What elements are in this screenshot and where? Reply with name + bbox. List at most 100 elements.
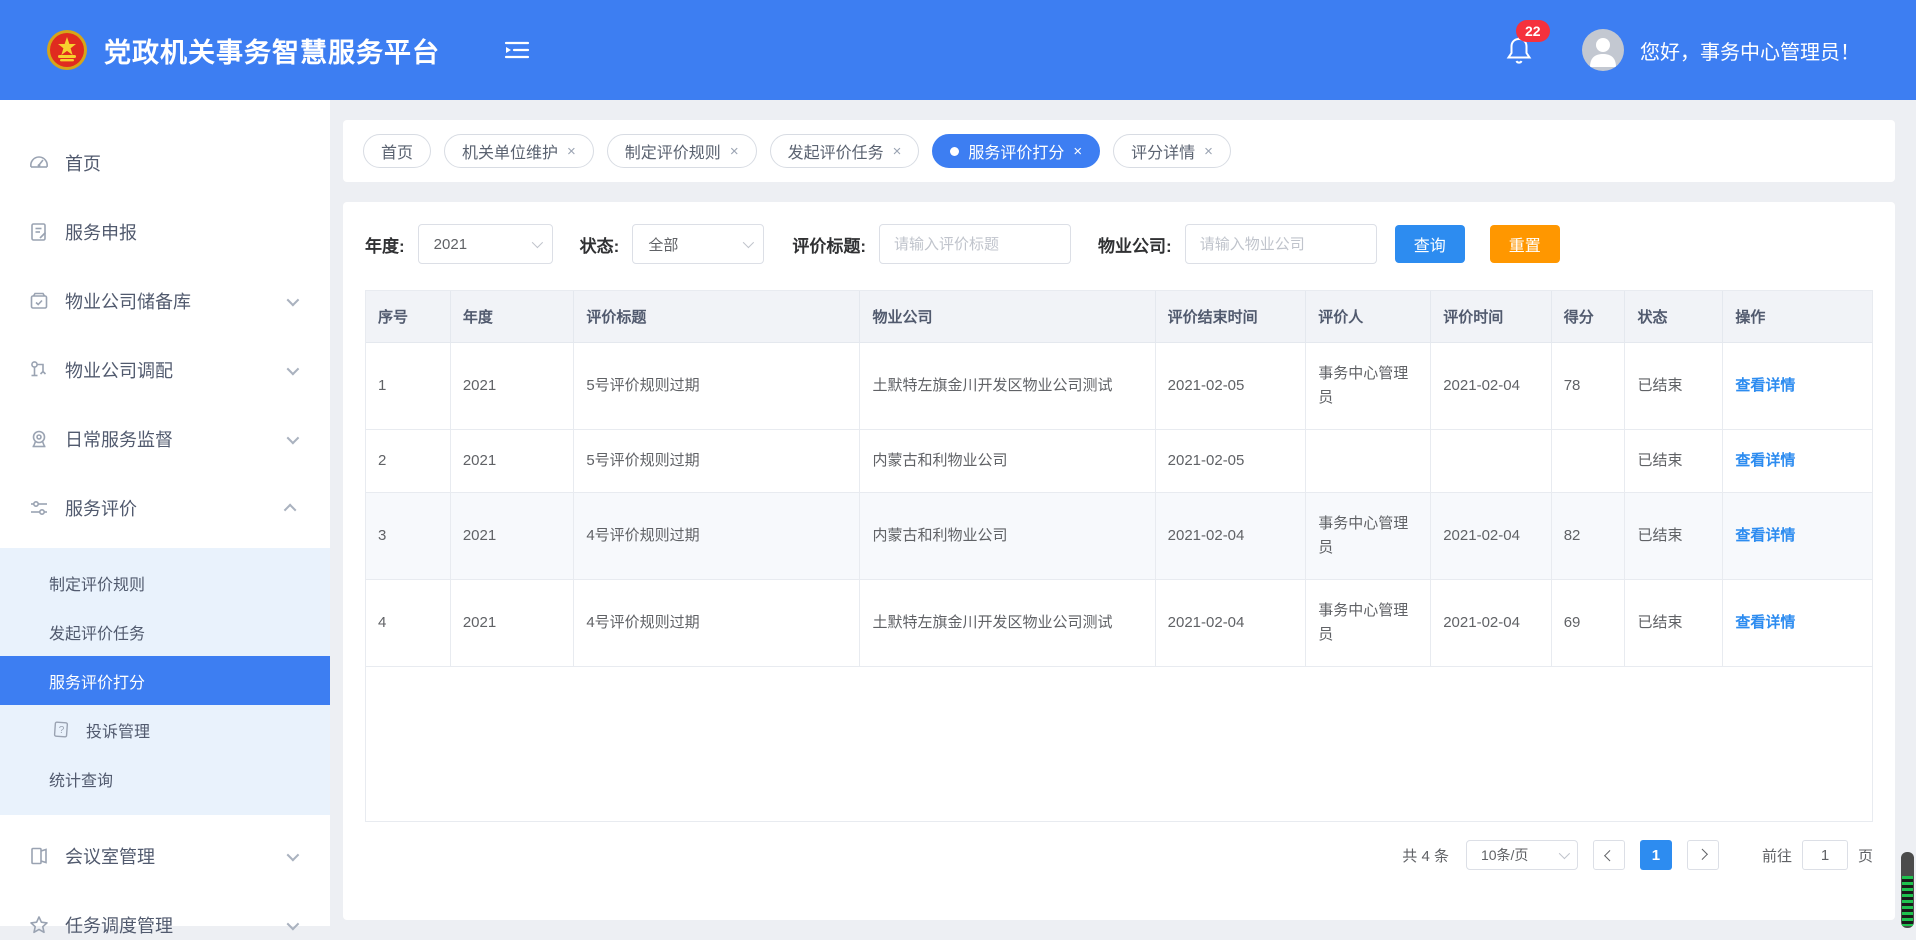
- content-card: 年度: 2021 状态: 全部 评价标题: 物业公司: 查询 重置: [343, 202, 1895, 920]
- sidebar-subitem-label: 服务评价打分: [49, 669, 145, 693]
- status-select[interactable]: 全部: [632, 224, 764, 264]
- tab-org-unit-maintenance[interactable]: 机关单位维护 ×: [444, 134, 594, 168]
- sidebar-subitem-make-rules[interactable]: 制定评价规则: [0, 558, 330, 607]
- next-page-button[interactable]: [1687, 840, 1719, 870]
- tab-label: 服务评价打分: [968, 139, 1064, 163]
- col-no: 序号: [366, 291, 450, 343]
- search-button[interactable]: 查询: [1395, 225, 1465, 263]
- chevron-down-icon: [287, 848, 300, 861]
- page-unit-label: 页: [1858, 845, 1873, 866]
- scrollbar-stripes: [1902, 876, 1913, 926]
- cell-title: 5号评价规则过期: [574, 430, 860, 493]
- page-size-select[interactable]: 10条/页: [1466, 840, 1578, 870]
- current-page-button[interactable]: 1: [1640, 840, 1672, 870]
- col-year: 年度: [450, 291, 573, 343]
- cell-eval-time: 2021-02-04: [1431, 493, 1551, 580]
- goto-page-group: 前往 页: [1762, 840, 1873, 870]
- cell-score: 82: [1551, 493, 1625, 580]
- header-right: 22 您好，事务中心管理员！: [1504, 29, 1860, 71]
- tab-bar: 首页 机关单位维护 × 制定评价规则 × 发起评价任务 × 服务评价打分 × 评…: [343, 120, 1895, 182]
- col-evaluator: 评价人: [1306, 291, 1431, 343]
- status-select-value: 全部: [648, 234, 678, 255]
- close-icon[interactable]: ×: [893, 144, 902, 159]
- sidebar-subitem-label: 制定评价规则: [49, 571, 145, 595]
- close-icon[interactable]: ×: [567, 144, 576, 159]
- sidebar-collapse-icon[interactable]: [504, 39, 530, 61]
- sidebar-item-property-dispatch[interactable]: 物业公司调配: [0, 341, 330, 399]
- active-tab-dot: [950, 147, 959, 156]
- cell-evaluator: 事务中心管理员: [1306, 343, 1431, 430]
- cell-eval-time: 2021-02-04: [1431, 580, 1551, 667]
- col-company: 物业公司: [860, 291, 1155, 343]
- company-label: 物业公司:: [1098, 232, 1172, 257]
- sidebar-item-label: 会议室管理: [65, 843, 287, 869]
- tab-label: 机关单位维护: [462, 139, 558, 163]
- svg-text:?: ?: [59, 725, 65, 736]
- view-details-link[interactable]: 查看详情: [1735, 377, 1795, 394]
- close-icon[interactable]: ×: [730, 144, 739, 159]
- sidebar-item-label: 物业公司调配: [65, 357, 287, 383]
- filter-bar: 年度: 2021 状态: 全部 评价标题: 物业公司: 查询 重置: [365, 224, 1873, 264]
- cell-score: 78: [1551, 343, 1625, 430]
- tab-evaluation-scoring[interactable]: 服务评价打分 ×: [932, 134, 1100, 168]
- cell-end-time: 2021-02-05: [1155, 343, 1306, 430]
- cell-title: 5号评价规则过期: [574, 343, 860, 430]
- notification-badge: 22: [1516, 20, 1550, 42]
- service-evaluation-submenu: 制定评价规则 发起评价任务 服务评价打分 ? 投诉管理 统计查询: [0, 548, 330, 815]
- sidebar-item-property-reserve[interactable]: 物业公司储备库: [0, 272, 330, 330]
- sidebar-item-task-scheduling[interactable]: 任务调度管理: [0, 896, 330, 940]
- monitor-camera-icon: [28, 428, 50, 450]
- year-select[interactable]: 2021: [418, 224, 553, 264]
- cell-title: 4号评价规则过期: [574, 493, 860, 580]
- cell-company: 内蒙古和利物业公司: [860, 430, 1155, 493]
- reset-button[interactable]: 重置: [1490, 225, 1560, 263]
- cell-evaluator: 事务中心管理员: [1306, 580, 1431, 667]
- close-icon[interactable]: ×: [1073, 144, 1082, 159]
- sidebar-subitem-launch-task[interactable]: 发起评价任务: [0, 607, 330, 656]
- star-icon: [28, 914, 50, 936]
- view-details-link[interactable]: 查看详情: [1735, 614, 1795, 631]
- goto-page-input[interactable]: [1802, 840, 1848, 870]
- cell-status: 已结束: [1625, 493, 1723, 580]
- chevron-down-icon: [287, 362, 300, 375]
- tab-make-rules[interactable]: 制定评价规则 ×: [607, 134, 757, 168]
- col-end-time: 评价结束时间: [1155, 291, 1306, 343]
- sidebar-subitem-complaint-management[interactable]: ? 投诉管理: [0, 705, 330, 754]
- form-icon: [28, 221, 50, 243]
- sidebar-subitem-evaluation-scoring[interactable]: 服务评价打分: [0, 656, 330, 705]
- tab-home[interactable]: 首页: [363, 134, 431, 168]
- col-status: 状态: [1625, 291, 1723, 343]
- view-details-link[interactable]: 查看详情: [1735, 452, 1795, 469]
- col-operation: 操作: [1723, 291, 1872, 343]
- sidebar-item-home[interactable]: 首页: [0, 134, 330, 192]
- sidebar-item-meeting-room[interactable]: 会议室管理: [0, 827, 330, 885]
- total-count: 共 4 条: [1402, 845, 1449, 866]
- table-row: 2 2021 5号评价规则过期 内蒙古和利物业公司 2021-02-05 已结束…: [366, 430, 1872, 493]
- cell-no: 4: [366, 580, 450, 667]
- sidebar: 首页 服务申报 物业公司储备库: [0, 100, 330, 926]
- cell-company: 土默特左旗金川开发区物业公司测试: [860, 580, 1155, 667]
- company-input[interactable]: [1185, 224, 1377, 264]
- table-row: 3 2021 4号评价规则过期 内蒙古和利物业公司 2021-02-04 事务中…: [366, 493, 1872, 580]
- tab-launch-task[interactable]: 发起评价任务 ×: [770, 134, 920, 168]
- pagination: 共 4 条 10条/页 1 前往 页: [365, 840, 1873, 870]
- goto-label: 前往: [1762, 845, 1792, 866]
- chevron-right-icon: [1697, 849, 1708, 860]
- sidebar-item-daily-supervision[interactable]: 日常服务监督: [0, 410, 330, 468]
- cell-year: 2021: [450, 580, 573, 667]
- eval-title-input[interactable]: [879, 224, 1071, 264]
- table-row: 4 2021 4号评价规则过期 土默特左旗金川开发区物业公司测试 2021-02…: [366, 580, 1872, 667]
- view-details-link[interactable]: 查看详情: [1735, 527, 1795, 544]
- notification-bell-icon[interactable]: 22: [1504, 34, 1534, 66]
- tab-label: 评分详情: [1131, 139, 1195, 163]
- sidebar-item-service-declare[interactable]: 服务申报: [0, 203, 330, 261]
- prev-page-button[interactable]: [1593, 840, 1625, 870]
- user-avatar[interactable]: [1582, 29, 1624, 71]
- national-emblem-logo: [46, 29, 88, 71]
- scrollbar-thumb[interactable]: [1901, 852, 1914, 928]
- close-icon[interactable]: ×: [1204, 144, 1213, 159]
- chevron-down-icon: [287, 431, 300, 444]
- sidebar-subitem-statistics-query[interactable]: 统计查询: [0, 754, 330, 803]
- tab-score-details[interactable]: 评分详情 ×: [1113, 134, 1231, 168]
- sidebar-item-service-evaluation[interactable]: 服务评价: [0, 479, 330, 537]
